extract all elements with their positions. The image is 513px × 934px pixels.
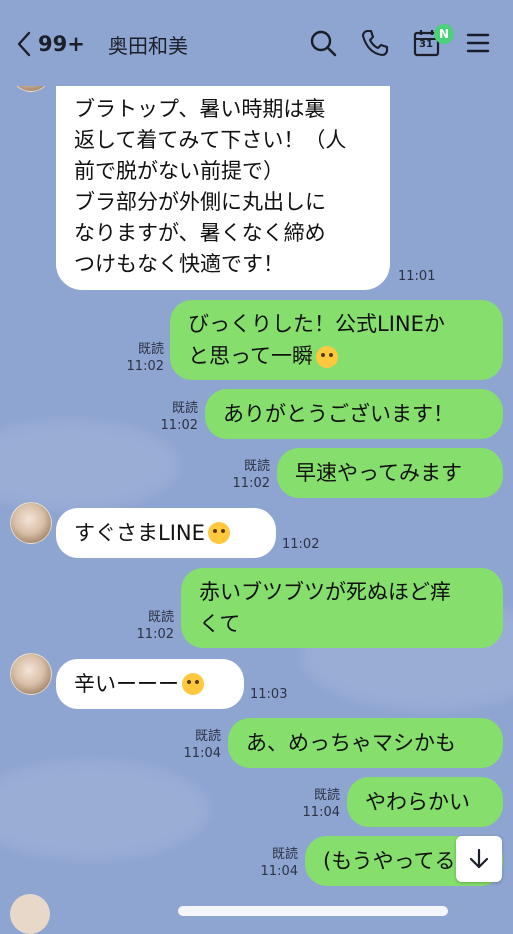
message-text: (もうやってる (323, 849, 456, 873)
message-text: すぐさまLINE (74, 521, 205, 545)
arrow-down-icon (469, 848, 489, 869)
back-chevron-icon (17, 31, 31, 57)
unread-count: 99+ (38, 32, 85, 56)
message-bubble[interactable]: あ、めっちゃマシかも (228, 718, 503, 768)
message-time: 11:03 (250, 687, 288, 702)
message-status: 既読 11:04 (177, 728, 221, 762)
phone-icon[interactable] (360, 28, 390, 58)
message-status: 既読 11:04 (254, 846, 298, 880)
message-bubble[interactable]: 早速やってみます (277, 448, 503, 498)
chat-header: 99+ 奥田和美 31 N (0, 0, 513, 86)
message-line: なりますが、暑くなく締め (74, 221, 326, 245)
message-time: 11:04 (302, 805, 340, 820)
message-time: 11:01 (398, 269, 436, 284)
read-receipt: 既読 (147, 610, 174, 625)
message-time: 11:04 (183, 746, 221, 761)
message-status: 既読 11:02 (226, 458, 270, 492)
read-receipt: 既読 (194, 729, 221, 744)
message-bubble[interactable]: 赤いブツブツが死ぬほど痒 くて (181, 568, 503, 648)
message-time: 11:02 (136, 627, 174, 642)
message-status: 既読 11:04 (296, 787, 340, 821)
message-line: くて (199, 612, 241, 636)
message-bubble[interactable]: すぐさまLINE (56, 508, 276, 558)
message-text: やわらかい (365, 790, 470, 814)
sender-avatar[interactable] (10, 894, 50, 934)
sender-avatar[interactable] (10, 502, 52, 544)
message-line: 前で脱がない前提で） (74, 159, 284, 183)
message-status: 既読 11:02 (130, 609, 174, 643)
message-time: 11:02 (126, 359, 164, 374)
message-text: 早速やってみます (295, 461, 462, 485)
crying-emoji (182, 673, 204, 695)
message-line: ブラトップ、暑い時期は裏 (74, 97, 326, 121)
message-line: つけもなく快適です！ (74, 252, 284, 276)
calendar-day: 31 (419, 39, 433, 50)
message-time: 11:02 (160, 418, 198, 433)
joy-emoji (207, 522, 230, 544)
message-time: 11:02 (282, 537, 320, 552)
calendar-new-badge: N (434, 24, 454, 44)
scroll-to-bottom-button[interactable] (456, 836, 502, 882)
message-time: 11:04 (260, 864, 298, 879)
message-text: ありがとうございます！ (223, 402, 454, 426)
sender-avatar[interactable] (10, 653, 52, 695)
message-text: あ、めっちゃマシかも (246, 731, 456, 755)
contact-name: 奥田和美 (108, 34, 188, 58)
message-bubble[interactable]: ありがとうございます！ (205, 389, 503, 439)
read-receipt: 既読 (271, 847, 298, 862)
message-status: 既読 11:02 (154, 400, 198, 434)
message-text: 辛いーーー (74, 672, 179, 696)
message-status: 既読 11:02 (120, 341, 164, 375)
input-area-edge (178, 906, 448, 916)
read-receipt: 既読 (137, 342, 164, 357)
search-icon[interactable] (308, 28, 338, 58)
read-receipt: 既読 (243, 459, 270, 474)
message-line: びっくりした！公式LINEか (188, 312, 445, 336)
message-time: 11:02 (232, 476, 270, 491)
read-receipt: 既読 (313, 788, 340, 803)
read-receipt: 既読 (171, 401, 198, 416)
message-bubble[interactable]: やわらかい (347, 777, 503, 827)
message-line: 返して着てみて下さい！（人 (74, 128, 347, 152)
message-bubble[interactable]: 辛いーーー (56, 659, 244, 709)
message-line: 赤いブツブツが死ぬほど痒 (199, 580, 451, 604)
back-button[interactable]: 99+ (16, 28, 85, 60)
rofl-emoji (315, 346, 338, 368)
message-line: ブラ部分が外側に丸出しに (74, 190, 326, 214)
message-line: と思って一瞬 (188, 340, 445, 372)
menu-icon[interactable] (464, 28, 494, 58)
message-bubble[interactable]: びっくりした！公式LINEか と思って一瞬 (170, 300, 503, 380)
